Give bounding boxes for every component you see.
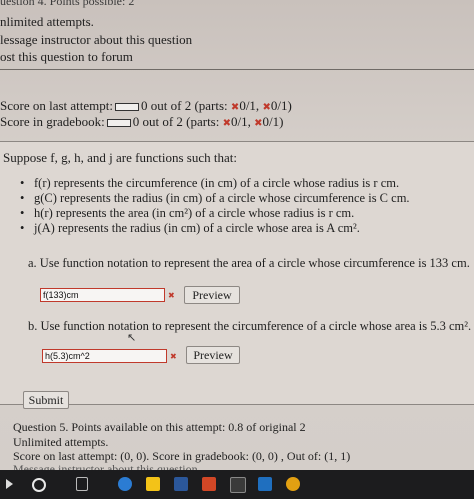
message-instructor-link[interactable]: lessage instructor about this question: [0, 32, 192, 48]
score-gradebook-value: 0 out of 2 (parts:: [132, 114, 223, 129]
outlook-icon[interactable]: [174, 477, 188, 491]
file-explorer-icon[interactable]: [146, 477, 160, 491]
divider: [0, 69, 474, 70]
onenote-icon[interactable]: [202, 477, 216, 491]
part-b-label: b. Use function notation to represent th…: [28, 319, 472, 333]
search-icon[interactable]: [32, 478, 46, 492]
incorrect-icon: ✖: [262, 102, 271, 113]
part-a-preview-button[interactable]: Preview: [184, 286, 240, 304]
task-view-icon[interactable]: [76, 477, 88, 491]
chrome-icon[interactable]: [286, 477, 300, 491]
incorrect-icon: ✖: [168, 291, 175, 300]
question-intro: Suppose f, g, h, and j are functions suc…: [3, 150, 237, 165]
score-last-value: 0 out of 2 (parts:: [141, 98, 231, 113]
post-to-forum-link[interactable]: ost this question to forum: [0, 49, 133, 65]
question-4-header: uestion 4. Points possible: 2: [0, 0, 135, 8]
definition-j: j(A) represents the radius (in cm) of a …: [20, 221, 410, 236]
mouse-cursor-icon: ↖: [127, 331, 137, 344]
unlimited-attempts-text: nlimited attempts.: [0, 14, 94, 29]
incorrect-icon: ✖: [170, 352, 177, 361]
definition-h: h(r) represents the area (in cm²) of a c…: [20, 206, 410, 221]
incorrect-icon: ✖: [254, 118, 263, 129]
store-icon[interactable]: [258, 477, 272, 491]
score-gradebook-label: Score in gradebook:: [0, 114, 105, 129]
part-b-answer-input[interactable]: h(5.3)cm^2: [42, 349, 167, 363]
score-last-attempt: Score on last attempt: 0 out of 2 (parts:…: [0, 98, 292, 114]
incorrect-icon: ✖: [222, 118, 231, 129]
taskbar: [0, 470, 474, 499]
calculator-icon[interactable]: [230, 477, 246, 493]
definition-g: g(C) represents the radius (in cm) of a …: [20, 191, 410, 206]
score-last-label: Score on last attempt:: [0, 98, 114, 113]
score-gradebook: Score in gradebook: 0 out of 2 (parts: ✖0…: [0, 114, 283, 130]
function-definitions: f(r) represents the circumference (in cm…: [20, 176, 410, 236]
edge-browser-icon[interactable]: [118, 477, 132, 491]
submit-button[interactable]: Submit: [23, 391, 69, 409]
back-icon[interactable]: [6, 479, 13, 489]
question-5-attempts: Unlimited attempts.: [13, 435, 109, 449]
gradebook-part-2: 0/1): [262, 114, 284, 129]
page: uestion 4. Points possible: 2 nlimited a…: [0, 0, 474, 476]
question-5-points: Question 5. Points available on this att…: [13, 420, 306, 434]
question-panel: Suppose f, g, h, and j are functions suc…: [0, 141, 474, 405]
score-bar: [115, 103, 140, 112]
score-bar: [106, 119, 131, 128]
gradebook-part-1: 0/1,: [231, 114, 251, 129]
part-a-answer-input[interactable]: f(133)cm: [40, 288, 165, 302]
part-b-preview-button[interactable]: Preview: [186, 346, 240, 364]
submit-row: Submit: [0, 384, 474, 410]
definition-f: f(r) represents the circumference (in cm…: [20, 176, 410, 191]
score-part-1: 0/1,: [239, 98, 260, 113]
score-part-2: 0/1): [270, 98, 292, 113]
part-a-label: a. Use function notation to represent th…: [28, 256, 470, 270]
